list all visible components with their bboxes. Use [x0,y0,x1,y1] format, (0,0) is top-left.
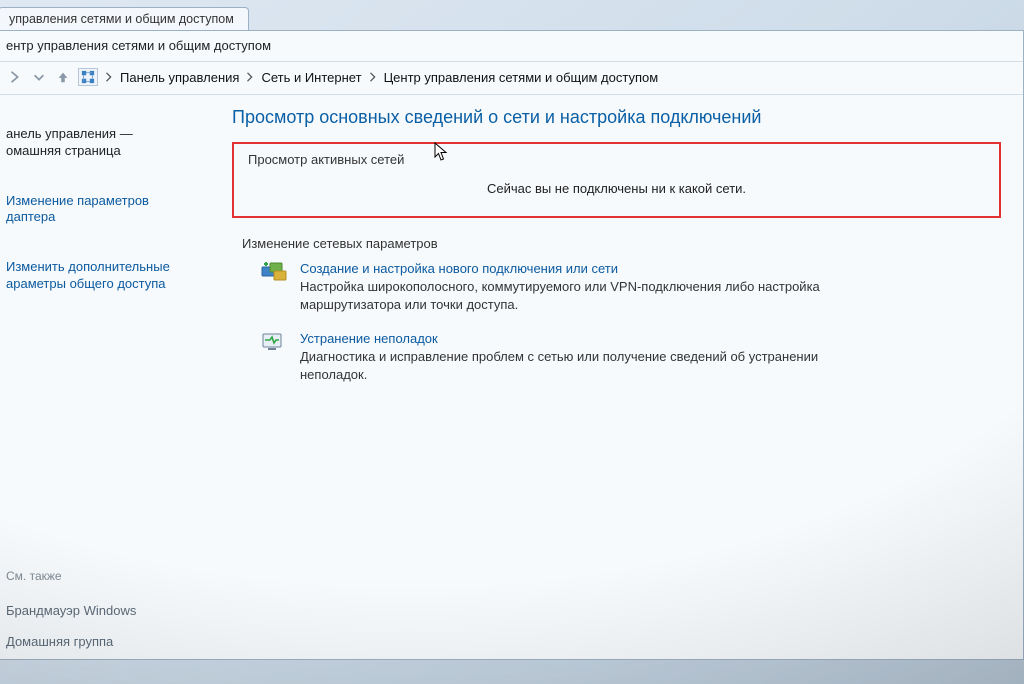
sidebar-item-label: Изменить дополнительные араметры общего … [6,259,170,291]
sidebar-home-link[interactable]: анель управления — омашняя страница [6,109,201,160]
option-troubleshoot-desc: Диагностика и исправление проблем с сеть… [300,348,860,383]
option-new-connection-link[interactable]: Создание и настройка нового подключения … [300,261,1001,276]
control-panel-window: ентр управления сетями и общим доступом … [0,30,1024,660]
active-networks-caption: Просмотр активных сетей [248,152,985,167]
sidebar-link-homegroup[interactable]: Домашняя группа [6,634,201,649]
network-center-icon [78,68,98,86]
active-networks-box: Просмотр активных сетей Сейчас вы не под… [232,142,1001,218]
window-tab[interactable]: управления сетями и общим доступом [0,7,249,30]
option-troubleshoot: Устранение неполадок Диагностика и испра… [260,331,1001,383]
troubleshoot-icon [260,331,288,355]
no-network-message: Сейчас вы не подключены ни к какой сети. [248,175,985,198]
sidebar-spacer [6,309,201,553]
chevron-right-icon [104,70,114,84]
sidebar-link-windows-firewall[interactable]: Брандмауэр Windows [6,603,201,618]
window-title-bar: ентр управления сетями и общим доступом [0,31,1023,62]
forward-button[interactable] [6,68,24,86]
window-title: ентр управления сетями и общим доступом [6,38,271,53]
window-tab-label: управления сетями и общим доступом [9,12,234,26]
sidebar-item-advanced-sharing[interactable]: Изменить дополнительные араметры общего … [6,242,201,293]
breadcrumb-item-control-panel[interactable]: Панель управления [120,70,239,85]
sidebar-see-also-heading: См. также [6,569,201,583]
new-connection-icon [260,261,288,285]
change-settings-caption: Изменение сетевых параметров [242,236,1001,251]
option-new-connection: Создание и настройка нового подключения … [260,261,1001,313]
main-content: Просмотр основных сведений о сети и наст… [212,95,1023,659]
sidebar-item-adapter-settings[interactable]: Изменение параметров даптера [6,176,201,227]
option-troubleshoot-link[interactable]: Устранение неполадок [300,331,1001,346]
recent-locations-button[interactable] [30,68,48,86]
sidebar-footer-label: Брандмауэр Windows [6,603,136,618]
window-tab-bar: управления сетями и общим доступом [0,0,1024,30]
chevron-right-icon [245,70,255,84]
up-button[interactable] [54,68,72,86]
breadcrumb-item-network-internet[interactable]: Сеть и Интернет [261,70,361,85]
breadcrumb-item-network-center[interactable]: Центр управления сетями и общим доступом [384,70,659,85]
sidebar-home-label: анель управления — омашняя страница [6,126,133,158]
sidebar-footer-label: Домашняя группа [6,634,113,649]
page-title: Просмотр основных сведений о сети и наст… [232,107,1001,128]
sidebar-item-label: Изменение параметров даптера [6,193,149,225]
sidebar: анель управления — омашняя страница Изме… [0,95,212,659]
chevron-right-icon [368,70,378,84]
option-new-connection-desc: Настройка широкополосного, коммутируемог… [300,278,860,313]
window-body: анель управления — омашняя страница Изме… [0,95,1023,659]
address-bar: Панель управления Сеть и Интернет Центр … [0,62,1023,95]
